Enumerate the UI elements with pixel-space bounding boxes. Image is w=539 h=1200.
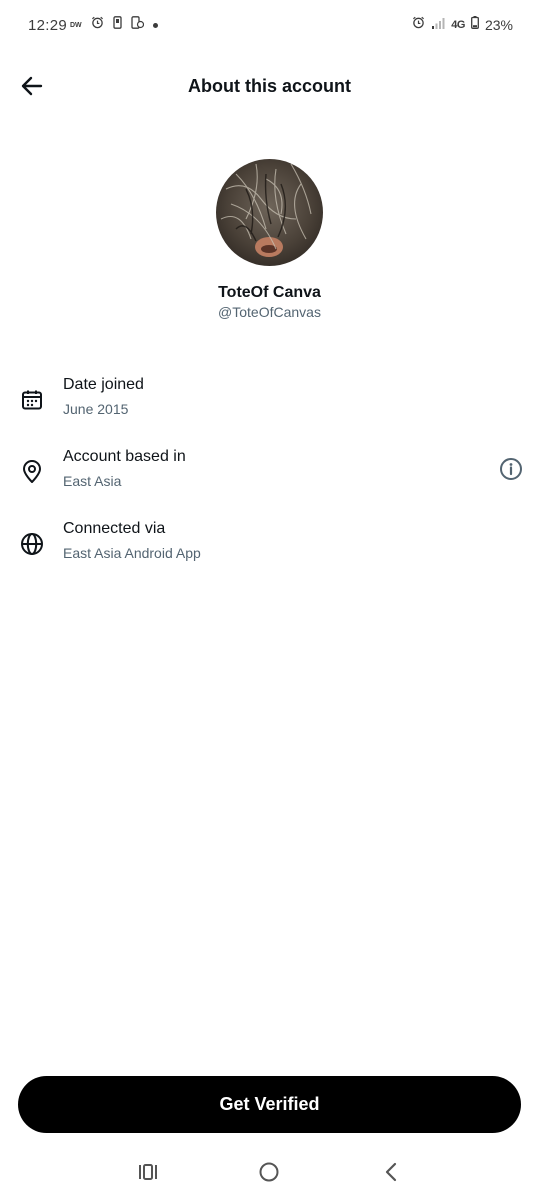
- calendar-icon: [18, 386, 46, 414]
- get-verified-button[interactable]: Get Verified: [18, 1076, 521, 1133]
- system-nav-bar: [0, 1150, 539, 1200]
- alarm-icon: [412, 16, 425, 34]
- info-row-connected-via: Connected via East Asia Android App: [0, 520, 539, 580]
- status-bar: 12:29 DW 4G 23%: [0, 0, 539, 52]
- signal-icon: [431, 16, 445, 34]
- row-value: June 2015: [63, 401, 129, 417]
- globe-icon: [18, 530, 46, 558]
- page-title: About this account: [188, 76, 351, 96]
- battery-percent: 23%: [484, 17, 513, 33]
- row-value: East Asia Android App: [63, 545, 201, 561]
- device-sync-icon: [131, 16, 144, 34]
- avatar: [216, 159, 323, 266]
- info-row-account-based-in: Account based in East Asia: [0, 448, 539, 508]
- recent-apps-button[interactable]: [128, 1160, 168, 1188]
- row-label: Connected via: [63, 520, 166, 537]
- username-handle: @ToteOfCanvas: [218, 304, 321, 320]
- display-name: ToteOf Canva: [218, 284, 321, 301]
- status-system-icons: 4G 23%: [412, 16, 513, 34]
- battery-icon: [471, 16, 479, 34]
- row-value: East Asia: [63, 473, 122, 489]
- back-icon: [384, 1162, 398, 1187]
- nav-back-button[interactable]: [371, 1160, 411, 1188]
- row-label: Account based in: [63, 448, 186, 465]
- recent-apps-icon: [138, 1163, 158, 1186]
- alarm-icon: [91, 16, 104, 34]
- home-button[interactable]: [249, 1160, 289, 1188]
- location-pin-icon: [18, 458, 46, 486]
- info-row-date-joined: Date joined June 2015: [0, 376, 539, 436]
- notification-dot-icon: [152, 22, 158, 28]
- home-icon: [258, 1161, 280, 1188]
- header: About this account: [0, 60, 539, 116]
- status-time: 12:29: [28, 17, 68, 34]
- status-notification-icons: DW: [70, 16, 158, 34]
- network-type: 4G: [451, 19, 465, 31]
- carrier-tag: DW: [70, 21, 82, 29]
- info-button[interactable]: [497, 457, 525, 485]
- row-label: Date joined: [63, 376, 144, 393]
- info-icon: [499, 457, 523, 486]
- phone-icon: [113, 16, 122, 34]
